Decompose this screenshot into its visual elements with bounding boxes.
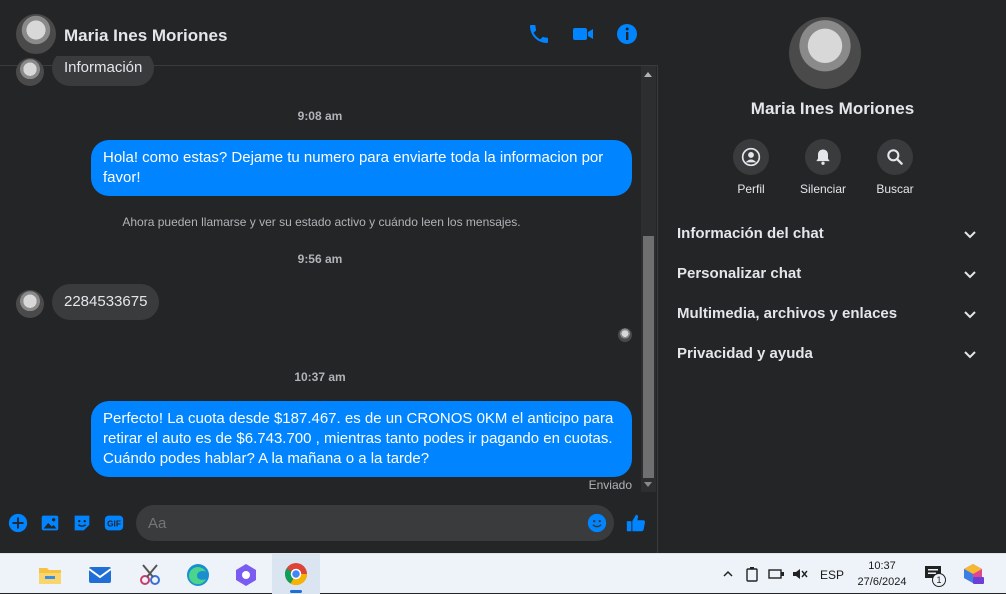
chevron-down-icon bbox=[964, 231, 976, 239]
section-label: Información del chat bbox=[677, 225, 824, 242]
message-input[interactable] bbox=[136, 505, 614, 541]
message-outgoing[interactable]: Perfecto! La cuota desde $187.467. es de… bbox=[91, 401, 632, 477]
image-icon[interactable] bbox=[39, 512, 61, 534]
info-icon[interactable] bbox=[615, 22, 639, 46]
section-customize-chat[interactable]: Personalizar chat bbox=[677, 265, 977, 293]
video-call-icon[interactable] bbox=[571, 22, 595, 46]
bell-icon bbox=[816, 149, 830, 165]
timestamp: 9:08 am bbox=[297, 109, 343, 123]
network-icon[interactable] bbox=[768, 567, 786, 581]
clock-date: 27/6/2024 bbox=[857, 576, 907, 588]
notification-count: 1 bbox=[932, 573, 946, 587]
widgets-icon[interactable] bbox=[0, 562, 6, 588]
messenger-window: Maria Ines Moriones Información 9:08 am … bbox=[0, 0, 1006, 553]
search-icon bbox=[887, 149, 903, 165]
windows-taskbar: ESP 10:37 27/6/2024 1 bbox=[0, 553, 1006, 594]
contact-avatar-large[interactable] bbox=[789, 17, 861, 89]
message-outgoing[interactable]: Hola! como estas? Dejame tu numero para … bbox=[91, 140, 632, 196]
edge-browser-icon[interactable] bbox=[185, 562, 211, 588]
section-label: Personalizar chat bbox=[677, 265, 802, 282]
system-message: Ahora pueden llamarse y ver su estado ac… bbox=[122, 215, 521, 229]
emoji-icon[interactable] bbox=[586, 512, 608, 534]
section-media-files-links[interactable]: Multimedia, archivos y enlaces bbox=[677, 305, 977, 333]
section-privacy-help[interactable]: Privacidad y ayuda bbox=[677, 345, 977, 373]
clock-time: 10:37 bbox=[868, 560, 896, 572]
snipping-tool-icon[interactable] bbox=[137, 562, 163, 588]
delivery-status: Enviado bbox=[588, 478, 632, 492]
contact-name[interactable]: Maria Ines Moriones bbox=[64, 26, 227, 46]
phone-icon[interactable] bbox=[527, 22, 551, 46]
system-clock[interactable]: 10:37 27/6/2024 bbox=[850, 558, 914, 590]
copilot-pre-icon[interactable] bbox=[961, 563, 985, 585]
message-incoming[interactable]: Información bbox=[52, 56, 155, 86]
chrome-taskbar-button[interactable] bbox=[272, 554, 320, 594]
chat-pane: Maria Ines Moriones Información 9:08 am … bbox=[0, 0, 658, 553]
timestamp: 10:37 am bbox=[294, 370, 346, 384]
profile-label: Perfil bbox=[737, 182, 765, 196]
section-label: Privacidad y ayuda bbox=[677, 345, 813, 362]
battery-icon[interactable] bbox=[745, 566, 759, 582]
scroll-down-arrow-icon[interactable] bbox=[644, 482, 652, 487]
gif-icon[interactable]: GIF bbox=[103, 512, 125, 534]
message-incoming[interactable]: 2284533675 bbox=[52, 284, 160, 320]
chevron-down-icon bbox=[964, 311, 976, 319]
info-contact-name: Maria Ines Moriones bbox=[750, 99, 915, 118]
seen-avatar-icon bbox=[618, 328, 632, 342]
svg-text:GIF: GIF bbox=[107, 520, 121, 529]
section-chat-info[interactable]: Información del chat bbox=[677, 225, 977, 253]
message-scrollbar[interactable] bbox=[641, 66, 656, 492]
timestamp: 9:56 am bbox=[297, 252, 343, 266]
mute-label: Silenciar bbox=[799, 182, 847, 196]
chevron-down-icon bbox=[964, 271, 976, 279]
plus-icon[interactable] bbox=[7, 512, 29, 534]
mail-icon[interactable] bbox=[87, 562, 113, 588]
chat-info-panel: Maria Ines Moriones Perfil Silenciar Bus… bbox=[659, 0, 1006, 553]
thumbs-up-icon[interactable] bbox=[625, 512, 647, 534]
scrollbar-thumb[interactable] bbox=[643, 236, 654, 478]
volume-muted-icon[interactable] bbox=[792, 567, 808, 581]
profile-icon bbox=[741, 147, 761, 167]
scroll-up-arrow-icon[interactable] bbox=[644, 72, 652, 77]
profile-button[interactable]: Perfil bbox=[721, 139, 781, 196]
sticker-icon[interactable] bbox=[71, 512, 93, 534]
chevron-down-icon bbox=[964, 351, 976, 359]
search-button[interactable]: Buscar bbox=[865, 139, 925, 196]
file-explorer-icon[interactable] bbox=[37, 562, 63, 588]
chevron-up-icon[interactable] bbox=[722, 568, 734, 580]
contact-avatar[interactable] bbox=[16, 14, 56, 54]
language-indicator[interactable]: ESP bbox=[820, 568, 844, 582]
contact-avatar-small bbox=[16, 58, 44, 86]
copilot-app-icon[interactable] bbox=[233, 562, 259, 588]
chrome-icon bbox=[285, 563, 307, 585]
section-label: Multimedia, archivos y enlaces bbox=[677, 305, 898, 322]
search-label: Buscar bbox=[876, 182, 914, 196]
message-list[interactable]: Información 9:08 am Hola! como estas? De… bbox=[0, 56, 640, 496]
composer-bar: GIF bbox=[0, 498, 658, 553]
contact-avatar-small bbox=[16, 290, 44, 318]
mute-button[interactable]: Silenciar bbox=[793, 139, 853, 196]
